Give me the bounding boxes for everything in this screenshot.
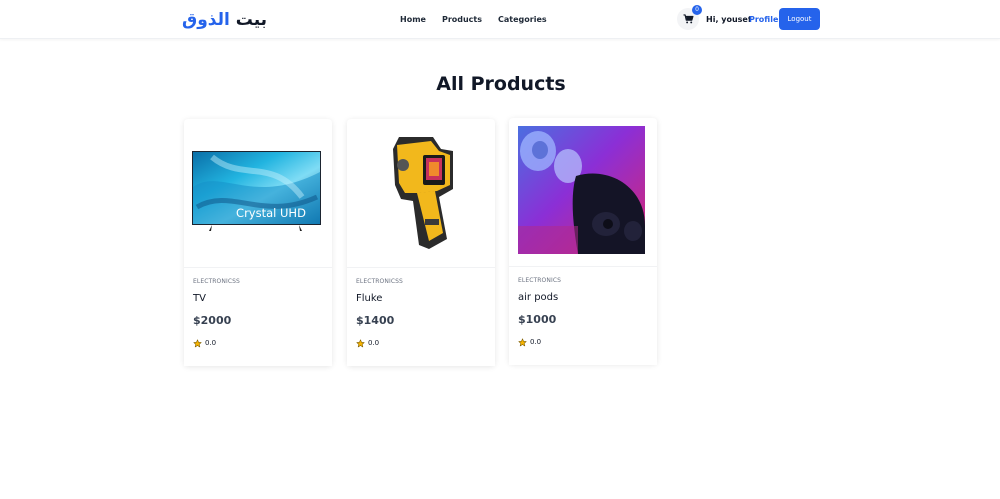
site-logo[interactable]: بيت الذوق — [182, 8, 267, 32]
navbar: بيت الذوق Home Products Categories 0 Hi,… — [0, 0, 1000, 39]
rating-value: 0.0 — [368, 339, 380, 347]
product-rating: 0.0 — [356, 338, 379, 348]
product-info: ELECTRONICSS TV $2000 0.0 — [184, 267, 332, 366]
nav-products-link[interactable]: Products — [442, 14, 482, 26]
cart-icon — [683, 14, 693, 24]
product-category: ELECTRONICSS — [356, 278, 403, 285]
product-name[interactable]: air pods — [518, 291, 558, 305]
logo-word-2: الذوق — [182, 10, 230, 30]
product-rating: 0.0 — [518, 337, 541, 347]
profile-link[interactable]: Profile — [749, 14, 778, 26]
user-greeting: Hi, yousef — [706, 15, 752, 24]
main-nav: Home Products Categories — [400, 14, 547, 26]
product-category: ELECTRONICSS — [193, 278, 240, 285]
nav-home-link[interactable]: Home — [400, 14, 426, 26]
logo-word-1: بيت — [235, 10, 268, 30]
product-image[interactable] — [355, 127, 484, 256]
product-category: ELECTRONICS — [518, 277, 562, 284]
product-name[interactable]: Fluke — [356, 292, 382, 306]
product-price: $1400 — [356, 314, 395, 327]
product-card[interactable]: Crystal UHD ELECTRONICSS TV $2000 0.0 — [184, 119, 332, 366]
nav-categories-link[interactable]: Categories — [498, 14, 547, 26]
product-info: ELECTRONICS air pods $1000 0.0 — [509, 266, 657, 365]
product-rating: 0.0 — [193, 338, 216, 348]
star-icon — [356, 338, 365, 347]
thermal-camera-image — [393, 137, 453, 249]
product-card[interactable]: ELECTRONICSS Fluke $1400 0.0 — [347, 119, 495, 366]
rating-value: 0.0 — [205, 339, 217, 347]
star-icon — [518, 337, 527, 346]
earbuds-image — [518, 126, 645, 254]
star-icon — [193, 338, 202, 347]
tv-screen-text: Crystal UHD — [236, 206, 306, 220]
tv-image: Crystal UHD — [192, 151, 321, 231]
product-image[interactable] — [518, 126, 645, 254]
rating-value: 0.0 — [530, 338, 542, 346]
page-title: All Products — [436, 73, 566, 95]
cart-count-badge: 0 — [692, 5, 702, 15]
product-card[interactable]: ELECTRONICS air pods $1000 0.0 — [509, 118, 657, 365]
product-price: $2000 — [193, 314, 232, 327]
product-info: ELECTRONICSS Fluke $1400 0.0 — [347, 267, 495, 366]
product-price: $1000 — [518, 313, 557, 326]
product-name[interactable]: TV — [193, 292, 206, 306]
product-image[interactable]: Crystal UHD — [192, 127, 321, 256]
logout-button[interactable]: Logout — [779, 8, 820, 30]
